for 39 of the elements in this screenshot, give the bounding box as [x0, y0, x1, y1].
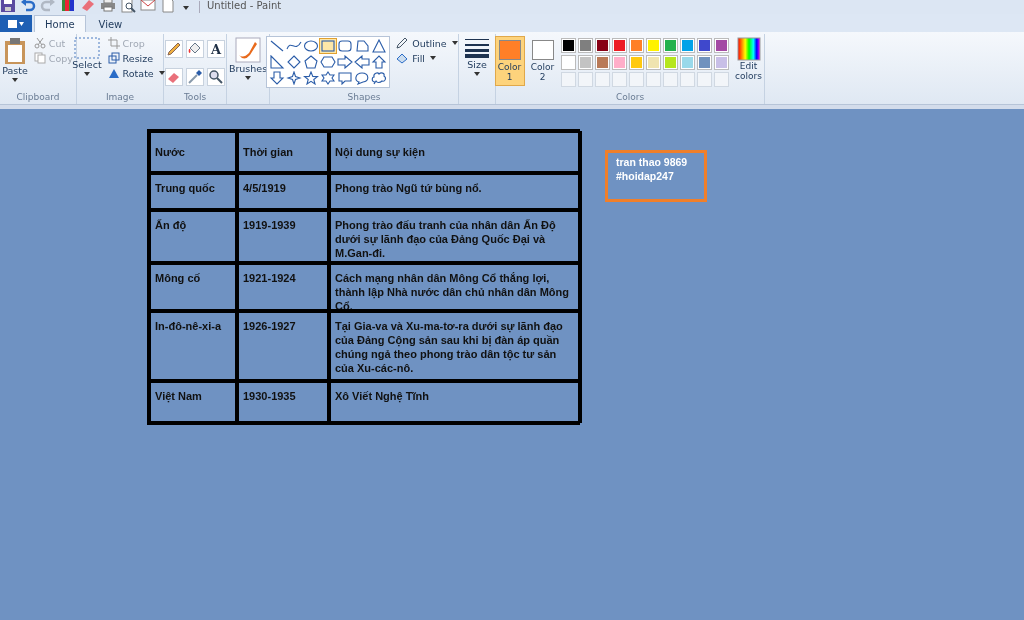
table-cell: Phong trào đấu tranh của nhân dân Ấn Độ dưới sự lãnh đạo của Đảng Quốc Đại và M.Gan-đi. [329, 210, 582, 263]
fill-button[interactable]: Fill [393, 51, 462, 65]
text-tool-icon[interactable]: A [207, 40, 225, 58]
group-label: Clipboard [16, 92, 60, 104]
window-title: Untitled - Paint [207, 0, 282, 11]
table-cell: Xô Viết Nghệ Tĩnh [329, 381, 582, 423]
table-cell: Việt Nam [149, 381, 237, 423]
group-label: Colors [615, 92, 645, 104]
table-cell: 1926-1927 [237, 311, 329, 381]
column-header: Nội dung sự kiện [329, 131, 582, 173]
paste-button[interactable]: Paste [1, 36, 29, 85]
edit-colors-button[interactable]: Edit colors [731, 36, 766, 82]
table-cell: 1930-1935 [237, 381, 329, 423]
outline-button[interactable]: Outline [393, 36, 462, 50]
resize-button[interactable]: Resize [105, 51, 169, 65]
color-slot-button[interactable]: Color 1 [494, 36, 525, 86]
select-button[interactable]: Select [71, 36, 103, 79]
table-cell: Phong trào Ngũ tứ bùng nổ. [329, 173, 582, 210]
group-label: Image [105, 92, 135, 104]
table-cell: 1919-1939 [237, 210, 329, 263]
ribbon-tab[interactable]: View [87, 15, 134, 32]
ribbon-tab[interactable]: Home [34, 15, 86, 32]
text-line: tran thao 9869 [616, 156, 689, 168]
table-cell: Ấn độ [149, 210, 237, 263]
text-line: #hoidap247 [616, 170, 675, 182]
table-cell: 1921-1924 [237, 263, 329, 311]
size-button[interactable]: Size [463, 36, 491, 79]
table-cell: Tại Gia-va và Xu-ma-tơ-ra dưới sự lãnh đạo của Đảng Cộng sản sau khi bị đàn áp quần chúng ngả theo phong trào dân tộc tư sản của Xu-các-nô. [329, 311, 582, 381]
table-cell: In-đô-nê-xi-a [149, 311, 237, 381]
group-label: Tools [183, 92, 207, 104]
rotate-button[interactable]: Rotate [105, 66, 169, 80]
group-label: Shapes [347, 92, 381, 104]
column-header: Nước [149, 131, 237, 173]
table-cell: Mông cố [149, 263, 237, 311]
table-cell: Trung quốc [149, 173, 237, 210]
brushes-button[interactable]: Brushes [227, 36, 269, 83]
table-cell: 4/5/1919 [237, 173, 329, 210]
column-header: Thời gian [237, 131, 329, 173]
color-slot-button[interactable]: Color 2 [527, 36, 558, 86]
